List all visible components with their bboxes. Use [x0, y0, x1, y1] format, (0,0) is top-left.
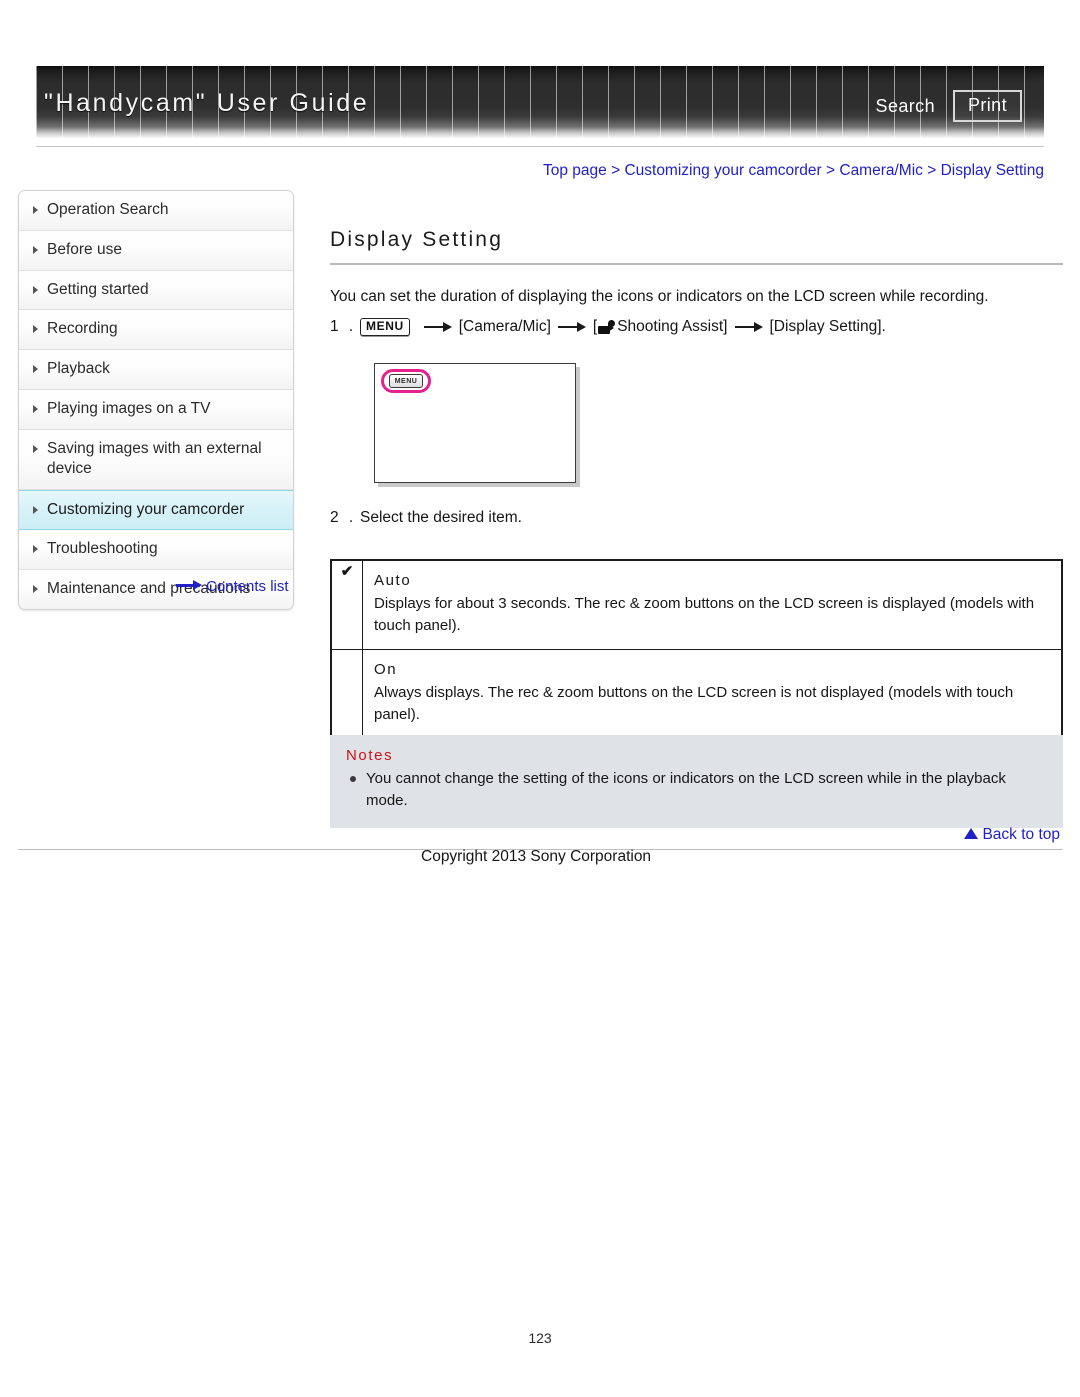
- contents-list-label: Contents list: [206, 578, 289, 595]
- sidebar-item-label: Playback: [47, 360, 110, 378]
- step-1-number: 1 .: [330, 318, 357, 335]
- sidebar-item-customizing-your-camcorder[interactable]: Customizing your camcorder: [19, 489, 293, 531]
- menu-button-icon: MENU: [360, 318, 410, 336]
- option-checkmark-icon: [331, 648, 363, 739]
- sidebar-item-label: Getting started: [47, 280, 149, 298]
- sidebar-item-getting-started[interactable]: Getting started: [19, 270, 293, 311]
- breadcrumb[interactable]: Top page > Customizing your camcorder > …: [543, 162, 1044, 180]
- arrow-right-icon: [734, 321, 763, 333]
- intro-paragraph: You can set the duration of displaying t…: [330, 288, 989, 305]
- chevron-right-icon: [33, 285, 38, 294]
- site-title: "Handycam" User Guide: [44, 89, 370, 117]
- triangle-up-icon: [964, 828, 979, 839]
- sidebar-item-label: Saving images with an external device: [47, 439, 262, 477]
- lcd-menu-button: MENU: [389, 374, 423, 388]
- chevron-right-icon: [33, 505, 38, 514]
- step-1-part-3: [Display Setting].: [769, 318, 886, 335]
- sidebar-item-before-use[interactable]: Before use: [19, 230, 293, 271]
- sidebar-item-saving-images-external-device[interactable]: Saving images with an external device: [19, 429, 293, 490]
- step-1-part-1: [Camera/Mic]: [458, 318, 551, 335]
- options-table: ✔ Auto Displays for about 3 seconds. The…: [330, 559, 1063, 740]
- arrow-right-icon: [557, 321, 586, 333]
- step-2: 2 . Select the desired item.: [330, 509, 522, 527]
- back-to-top-label: Back to top: [982, 826, 1060, 843]
- chevron-right-icon: [33, 405, 38, 414]
- sidebar-item-label: Operation Search: [47, 201, 169, 218]
- page-title: Display Setting: [330, 228, 504, 251]
- arrow-right-icon: [423, 321, 452, 333]
- back-to-top-link[interactable]: Back to top: [964, 826, 1060, 844]
- option-description: Always displays. The rec & zoom buttons …: [374, 683, 1014, 723]
- option-name: Auto: [374, 572, 412, 589]
- chevron-right-icon: [33, 245, 38, 254]
- lcd-screen-illustration: MENU: [374, 363, 576, 483]
- step-2-number: 2 .: [330, 509, 357, 526]
- step-2-text: Select the desired item.: [360, 509, 522, 526]
- table-row[interactable]: On Always displays. The rec & zoom butto…: [331, 648, 1062, 739]
- notes-panel: Notes You cannot change the setting of t…: [330, 735, 1063, 829]
- step-1-bracket-open: [: [592, 318, 598, 335]
- sidebar-item-label: Playing images on a TV: [47, 400, 211, 418]
- sidebar-item-playing-images-on-a-tv[interactable]: Playing images on a TV: [19, 390, 293, 430]
- print-button[interactable]: Print: [952, 90, 1022, 122]
- sidebar-item-recording[interactable]: Recording: [19, 310, 293, 351]
- chevron-right-icon: [33, 545, 38, 554]
- option-cell: On Always displays. The rec & zoom butto…: [362, 648, 1062, 739]
- option-cell: Auto Displays for about 3 seconds. The r…: [362, 560, 1062, 650]
- page-number: 123: [528, 1330, 552, 1346]
- option-description: Displays for about 3 seconds. The rec & …: [374, 595, 1035, 635]
- arrow-right-icon: [176, 580, 202, 590]
- sidebar-item-label: Troubleshooting: [47, 540, 158, 558]
- copyright-text: Copyright 2013 Sony Corporation: [421, 848, 652, 865]
- step-1: 1 . MENU [Camera/Mic] [ Shooting Assist]…: [330, 318, 886, 336]
- chevron-right-icon: [33, 325, 38, 334]
- contents-list-link[interactable]: Contents list: [176, 578, 289, 595]
- camcorder-shooting-assist-icon: [598, 319, 616, 334]
- header-divider: [36, 146, 1044, 147]
- sidebar-item-label: Customizing your camcorder: [47, 500, 245, 518]
- sidebar-item-label: Before use: [47, 240, 122, 258]
- chevron-right-icon: [33, 444, 38, 453]
- notes-item: You cannot change the setting of the ico…: [346, 768, 1047, 812]
- sidebar-nav: Operation Search Before use Getting star…: [18, 190, 294, 611]
- step-1-part-2: Shooting Assist]: [617, 318, 728, 335]
- chevron-right-icon: [33, 206, 38, 214]
- site-header: "Handycam" User Guide Search Print: [36, 66, 1044, 138]
- header-actions: Search Print: [876, 90, 1022, 122]
- chevron-right-icon: [33, 585, 38, 594]
- sidebar-item-operation-search[interactable]: Operation Search: [19, 191, 293, 231]
- title-divider: [330, 263, 1063, 265]
- sidebar-item-playback[interactable]: Playback: [19, 350, 293, 391]
- table-row[interactable]: ✔ Auto Displays for about 3 seconds. The…: [331, 560, 1062, 650]
- option-checkmark-icon: ✔: [331, 560, 363, 650]
- chevron-right-icon: [33, 365, 38, 374]
- sidebar-item-troubleshooting[interactable]: Troubleshooting: [19, 530, 293, 571]
- search-link[interactable]: Search: [876, 96, 935, 117]
- option-name: On: [374, 660, 398, 678]
- sidebar-item-label: Recording: [47, 320, 118, 338]
- notes-title: Notes: [346, 747, 394, 764]
